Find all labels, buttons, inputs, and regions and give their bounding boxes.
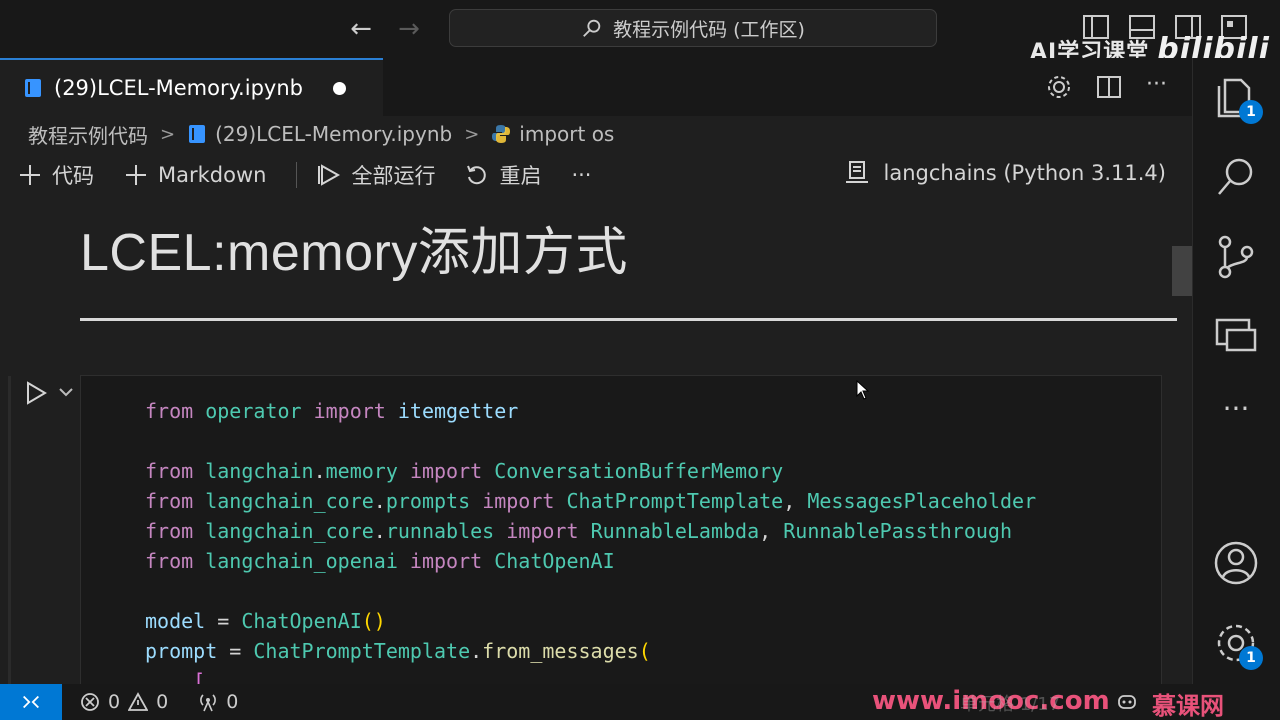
more-actions-icon[interactable]: ···	[1146, 74, 1172, 100]
restart-kernel-button[interactable]: 重启	[465, 160, 541, 190]
markdown-horizontal-rule	[80, 318, 1177, 321]
toolbar-more-button[interactable]: ···	[571, 163, 591, 187]
add-code-cell-button[interactable]: 代码	[18, 160, 94, 190]
copilot-icon[interactable]	[1116, 690, 1138, 712]
tab-label: (29)LCEL-Memory.ipynb	[54, 76, 303, 100]
breadcrumb-symbol[interactable]: import os	[519, 122, 614, 146]
broadcast-icon	[200, 694, 217, 712]
search-icon	[583, 19, 601, 37]
source-control-icon[interactable]	[1213, 234, 1259, 280]
notebook-file-icon	[189, 125, 206, 143]
notebook-toolbar: 代码 Markdown 全部运行 重启 ··· langchains (Pyth…	[0, 152, 1192, 198]
run-cell-icon[interactable]	[24, 381, 48, 405]
command-center-search[interactable]: 教程示例代码 (工作区)	[449, 9, 937, 47]
plus-icon	[126, 165, 146, 185]
tab-actions: ···	[1046, 74, 1172, 100]
notebook-editor: LCEL:memory添加方式 from operator import ite…	[0, 198, 1192, 684]
notebook-file-icon	[25, 79, 41, 97]
gear-icon[interactable]	[1046, 74, 1072, 100]
editor-tabs: (29)LCEL-Memory.ipynb ···	[0, 58, 1192, 116]
settings-badge: 1	[1239, 646, 1263, 670]
run-all-icon	[318, 164, 341, 186]
imooc-logo: 慕课网	[1152, 692, 1224, 720]
chevron-right-icon: >	[160, 123, 176, 145]
plus-icon	[20, 165, 40, 185]
forward-button[interactable]: →	[394, 14, 424, 44]
chevron-down-icon[interactable]	[58, 384, 74, 400]
run-all-button[interactable]: 全部运行	[317, 160, 435, 190]
activity-bar: 1 ··· 1	[1192, 58, 1280, 684]
warning-icon	[128, 692, 149, 711]
arrow-left-icon: ←	[350, 14, 372, 44]
kernel-label: langchains (Python 3.11.4)	[883, 161, 1166, 185]
cell-position-indicator: 单元格 1/17	[960, 694, 1061, 715]
remote-indicator[interactable]	[0, 684, 62, 720]
python-icon	[492, 125, 511, 143]
breadcrumb-folder[interactable]: 教程示例代码	[28, 120, 148, 149]
warning-count: 0	[156, 691, 169, 713]
toolbar-divider	[296, 162, 298, 188]
search-text: 教程示例代码 (工作区)	[613, 18, 805, 41]
problems-indicator[interactable]: 0 0	[80, 691, 168, 713]
error-count: 0	[108, 691, 121, 713]
remote-icon	[23, 695, 39, 709]
code-cell[interactable]: from operator import itemgetter from lan…	[80, 375, 1162, 684]
restart-icon	[467, 165, 487, 185]
remote-explorer-icon[interactable]	[1213, 314, 1259, 360]
mouse-cursor-icon	[856, 380, 870, 400]
code-editor[interactable]: from operator import itemgetter from lan…	[145, 396, 1036, 684]
breadcrumb-file[interactable]: (29)LCEL-Memory.ipynb	[215, 122, 452, 146]
back-button[interactable]: ←	[346, 14, 376, 44]
cell-focus-indicator	[8, 376, 11, 684]
error-icon	[81, 693, 99, 711]
markdown-heading: LCEL:memory添加方式	[80, 224, 628, 282]
arrow-right-icon: →	[398, 14, 420, 44]
tab-notebook[interactable]: (29)LCEL-Memory.ipynb	[0, 58, 383, 116]
add-markdown-cell-button[interactable]: Markdown	[124, 163, 266, 187]
ports-count: 0	[226, 691, 239, 713]
breadcrumb: 教程示例代码 > (29)LCEL-Memory.ipynb > import …	[0, 116, 1192, 152]
explorer-badge: 1	[1239, 100, 1263, 124]
split-editor-icon[interactable]	[1096, 74, 1122, 100]
more-views-icon[interactable]: ···	[1213, 394, 1259, 440]
unsaved-dot-icon[interactable]	[332, 81, 346, 95]
search-icon[interactable]	[1213, 154, 1259, 200]
editor-scrollbar[interactable]	[1172, 246, 1192, 296]
kernel-picker[interactable]: langchains (Python 3.11.4)	[844, 160, 1166, 186]
ports-indicator[interactable]: 0	[198, 691, 238, 713]
chevron-right-icon: >	[464, 123, 480, 145]
ellipsis-icon: ···	[571, 163, 592, 187]
kernel-icon	[845, 161, 868, 183]
title-bar: ← → 教程示例代码 (工作区) AI学习课堂 bilibili	[0, 0, 1280, 67]
account-icon[interactable]	[1213, 540, 1259, 586]
